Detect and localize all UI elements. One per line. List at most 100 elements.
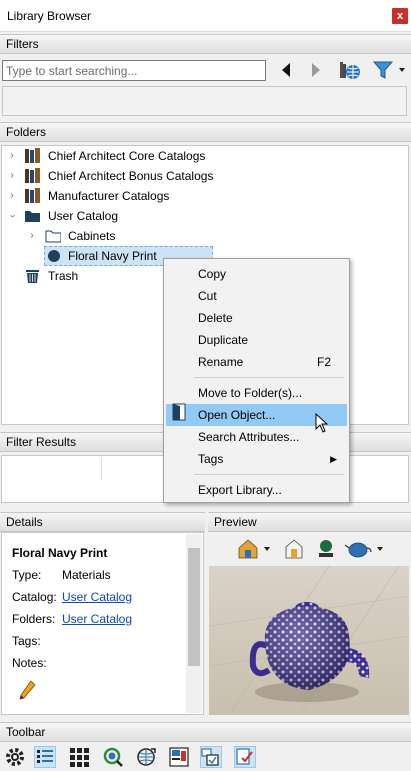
title-bar: Library Browser x <box>0 0 411 32</box>
forward-arrow-icon[interactable] <box>308 60 324 80</box>
submenu-arrow-icon: ▶ <box>330 454 337 464</box>
preview-panel-icon[interactable] <box>168 746 190 768</box>
catalog-books-icon <box>25 168 40 183</box>
menu-item-delete[interactable]: Delete <box>166 307 347 329</box>
material-view-button[interactable] <box>313 535 337 561</box>
chevron-right-icon[interactable]: › <box>7 166 17 186</box>
details-folders-link[interactable]: User Catalog <box>62 612 132 626</box>
menu-item-move-to-folders[interactable]: Move to Folder(s)... <box>166 382 347 404</box>
preview-header-label: Preview <box>214 515 257 529</box>
tree-item-cabinets[interactable]: › Cabinets <box>2 226 402 246</box>
folders-header-label: Folders <box>6 125 47 139</box>
context-menu: Copy Cut Delete Duplicate Rename F2 Move … <box>163 258 350 503</box>
catalog-books-icon <box>25 148 40 163</box>
menu-item-label: Search Attributes... <box>198 430 300 444</box>
tree-item-bonus-catalogs[interactable]: › Chief Architect Bonus Catalogs <box>2 166 402 186</box>
tree-item-label: Chief Architect Core Catalogs <box>48 149 206 163</box>
menu-item-label: Open Object... <box>198 408 276 422</box>
details-tags-label: Tags: <box>12 634 41 648</box>
filter-chips-area <box>2 86 407 116</box>
details-catalog-link[interactable]: User Catalog <box>62 590 132 604</box>
mouse-cursor-icon <box>315 413 329 433</box>
tree-item-core-catalogs[interactable]: › Chief Architect Core Catalogs <box>2 146 402 166</box>
list-view-button[interactable] <box>34 746 56 768</box>
folders-header: Folders <box>0 122 411 142</box>
menu-item-label: Duplicate <box>198 333 249 347</box>
preview-header: Preview <box>208 512 411 532</box>
tree-item-label: Manufacturer Catalogs <box>48 189 170 203</box>
search-refresh-icon[interactable] <box>102 746 124 768</box>
back-arrow-icon[interactable] <box>278 60 294 80</box>
menu-item-tags[interactable]: Tags ▶ <box>166 448 347 470</box>
filters-header-label: Filters <box>6 37 39 51</box>
menu-item-label: Cut <box>198 289 217 303</box>
grid-view-icon[interactable] <box>68 746 90 768</box>
globe-library-icon[interactable] <box>338 58 362 82</box>
checklist-icon <box>236 748 253 765</box>
material-dot-icon <box>48 250 60 262</box>
details-panel: Floral Navy Print Type: Materials Catalo… <box>1 532 204 715</box>
view-angle-button[interactable] <box>235 535 273 561</box>
menu-separator <box>194 474 344 475</box>
column-divider <box>101 458 102 480</box>
menu-separator <box>194 377 344 378</box>
teapot-preview-render <box>209 566 409 715</box>
details-type-value: Materials <box>62 568 111 582</box>
menu-item-label: Move to Folder(s)... <box>198 386 303 400</box>
list-view-icon <box>37 750 53 763</box>
chevron-down-icon[interactable]: › <box>2 211 22 221</box>
house-view-icon <box>238 539 270 559</box>
close-button[interactable]: x <box>392 8 408 24</box>
tree-item-label: Floral Navy Print <box>68 249 157 263</box>
tree-item-user-catalog[interactable]: › User Catalog <box>2 206 402 226</box>
menu-item-cut[interactable]: Cut <box>166 285 347 307</box>
details-notes-label: Notes: <box>12 656 47 670</box>
multi-view-icon <box>201 748 219 766</box>
menu-item-export-library[interactable]: Export Library... <box>166 479 347 501</box>
menu-item-label: Copy <box>198 267 227 281</box>
bottom-toolbar <box>0 743 411 771</box>
catalog-books-icon <box>25 188 40 203</box>
tree-item-manufacturer-catalogs[interactable]: › Manufacturer Catalogs <box>2 186 402 206</box>
material-ball-icon <box>319 540 333 557</box>
menu-item-label: Rename <box>198 355 244 369</box>
settings-gear-icon[interactable] <box>4 746 26 768</box>
search-input[interactable] <box>2 60 266 81</box>
preview-toolbar <box>209 532 409 566</box>
filter-funnel-icon[interactable] <box>372 58 406 82</box>
menu-item-duplicate[interactable]: Duplicate <box>166 329 347 351</box>
tree-item-label: Cabinets <box>68 229 116 243</box>
menu-shortcut: F2 <box>316 355 331 369</box>
close-icon: x <box>396 10 404 22</box>
menu-item-label: Tags <box>198 452 224 466</box>
menu-item-copy[interactable]: Copy <box>166 263 347 285</box>
elevation-view-button[interactable] <box>281 535 307 561</box>
tree-item-label: Trash <box>48 269 79 283</box>
trash-icon <box>26 270 39 283</box>
open-door-icon <box>172 403 186 421</box>
menu-item-rename[interactable]: Rename F2 <box>166 351 347 373</box>
chevron-right-icon[interactable]: › <box>27 226 37 246</box>
details-type-label: Type: <box>12 568 42 582</box>
details-scrollbar-thumb[interactable] <box>188 548 200 666</box>
preview-image <box>209 566 409 715</box>
multi-view-button[interactable] <box>200 746 222 768</box>
checklist-button[interactable] <box>234 746 256 768</box>
filters-header: Filters <box>0 34 411 54</box>
toolbar-header: Toolbar <box>0 722 411 742</box>
chevron-right-icon[interactable]: › <box>7 146 17 166</box>
edit-pencil-icon[interactable] <box>17 679 37 703</box>
teapot-icon <box>344 542 383 558</box>
filter-results-header-label: Filter Results <box>6 435 77 449</box>
menu-item-label: Export Library... <box>198 483 282 497</box>
render-options-button[interactable] <box>343 535 385 561</box>
chevron-right-icon[interactable]: › <box>7 186 17 206</box>
menu-item-label: Delete <box>198 311 233 325</box>
details-name: Floral Navy Print <box>12 546 108 560</box>
globe-refresh-icon[interactable] <box>135 746 157 768</box>
toolbar-header-label: Toolbar <box>6 725 46 739</box>
details-catalog-label: Catalog: <box>12 590 57 604</box>
folder-filled-icon <box>25 211 40 222</box>
tree-item-label: User Catalog <box>48 209 119 223</box>
details-header: Details <box>0 512 205 532</box>
